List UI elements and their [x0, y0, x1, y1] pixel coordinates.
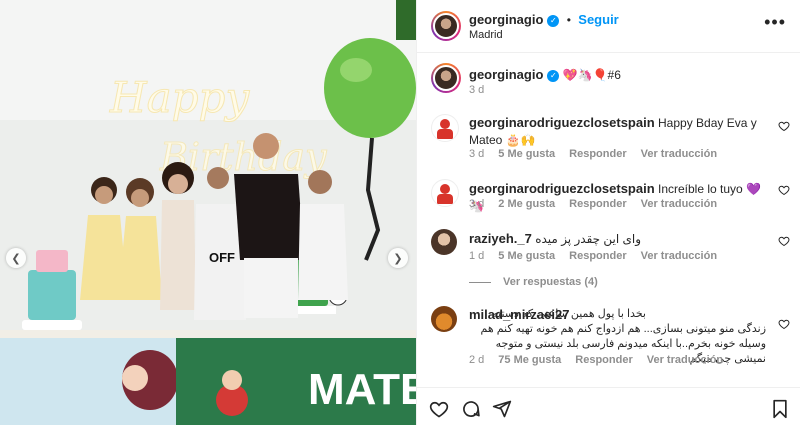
follow-button[interactable]: Seguir	[578, 12, 618, 27]
instagram-post-modal: Happy Birthday MATE 6	[0, 0, 800, 425]
caption-time: 3 d	[469, 84, 485, 96]
reply-button[interactable]: Responder	[569, 198, 626, 210]
commenter-avatar[interactable]	[431, 306, 457, 332]
comment-username[interactable]: raziyeh._7	[469, 231, 532, 246]
verified-icon: ✓	[547, 69, 560, 82]
heart-icon[interactable]	[429, 399, 449, 419]
comment-meta: 3 d 2 Me gusta Responder Ver traducción	[469, 198, 731, 210]
comment-meta: 3 d 5 Me gusta Responder Ver traducción	[469, 148, 731, 160]
share-icon[interactable]	[492, 399, 512, 419]
photo-illustration: Happy Birthday MATE 6	[0, 0, 416, 425]
next-photo-button[interactable]: ❯	[388, 248, 408, 268]
comments-list[interactable]: georginagio ✓ 💖🦄🎈#6 3 d georginarodriguez…	[417, 53, 800, 387]
tshirt-text: OFF	[209, 250, 235, 265]
author-line: georginagio ✓ • Seguir	[469, 12, 619, 27]
translate-button[interactable]: Ver traducción	[641, 198, 717, 210]
comment-username[interactable]: georginarodriguezclosetspain	[469, 181, 655, 196]
comment-likes[interactable]: 2 Me gusta	[498, 198, 555, 210]
caption-username[interactable]: georginagio	[469, 67, 543, 82]
comment-time[interactable]: 1 d	[469, 250, 484, 262]
comment-time[interactable]: 3 d	[469, 198, 484, 210]
translate-button[interactable]: Ver traducción	[647, 354, 723, 366]
like-comment-heart-icon[interactable]	[778, 120, 790, 132]
reply-button[interactable]: Responder	[575, 354, 632, 366]
reply-button[interactable]: Responder	[569, 250, 626, 262]
comment-likes[interactable]: 5 Me gusta	[498, 148, 555, 160]
comment-icon[interactable]	[461, 399, 481, 419]
previous-photo-button[interactable]: ❮	[6, 248, 26, 268]
comment-meta: 2 d 75 Me gusta Responder Ver traducción	[469, 354, 737, 366]
translate-button[interactable]: Ver traducción	[641, 250, 717, 262]
caption-text: 💖🦄🎈#6	[562, 68, 621, 82]
post-location[interactable]: Madrid	[469, 29, 503, 41]
comment-time[interactable]: 3 d	[469, 148, 484, 160]
author-avatar[interactable]	[431, 11, 461, 41]
comment-likes[interactable]: 5 Me gusta	[498, 250, 555, 262]
commenter-avatar[interactable]	[431, 229, 457, 255]
comment-meta: 1 d 5 Me gusta Responder Ver traducción	[469, 250, 731, 262]
neon-happy: Happy	[109, 73, 250, 122]
post-side-panel: georginagio ✓ • Seguir Madrid ••• georgin…	[416, 0, 800, 425]
post-photo[interactable]: Happy Birthday MATE 6	[0, 0, 416, 425]
bookmark-icon[interactable]	[770, 399, 790, 419]
reply-button[interactable]: Responder	[569, 148, 626, 160]
banner-text: MATE	[308, 365, 416, 414]
caption-avatar[interactable]	[431, 63, 461, 93]
commenter-avatar[interactable]	[431, 114, 459, 142]
more-options-icon[interactable]: •••	[764, 12, 786, 33]
view-replies-button[interactable]: Ver respuestas (4)	[469, 276, 598, 288]
comment-username[interactable]: georginarodriguezclosetspain	[469, 115, 655, 130]
verified-icon: ✓	[547, 14, 560, 27]
author-username[interactable]: georginagio	[469, 12, 543, 27]
translate-button[interactable]: Ver traducción	[641, 148, 717, 160]
commenter-avatar[interactable]	[431, 179, 459, 207]
comment-time[interactable]: 2 d	[469, 354, 484, 366]
like-comment-heart-icon[interactable]	[778, 184, 790, 196]
comment-likes[interactable]: 75 Me gusta	[498, 354, 561, 366]
green-balloon	[324, 38, 416, 138]
like-comment-heart-icon[interactable]	[778, 235, 790, 247]
like-comment-heart-icon[interactable]	[778, 318, 790, 330]
comment-text: وای این چقدر پز میده	[535, 232, 642, 246]
post-header: georginagio ✓ • Seguir Madrid •••	[417, 0, 800, 53]
post-action-bar	[417, 387, 800, 426]
